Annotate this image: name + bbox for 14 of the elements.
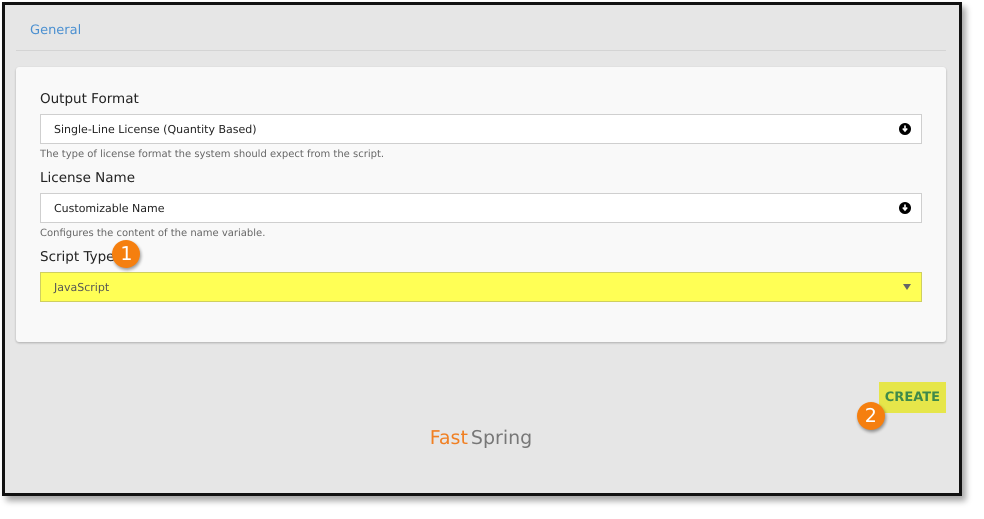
select-field[interactable]: Customizable Name [40,193,922,223]
field-label: Script Type [40,249,114,265]
help-text: Configures the content of the name variable. [40,228,266,239]
down-arrow-icon [899,123,911,135]
caret-icon [903,284,911,290]
select-field[interactable]: Single-Line License (Quantity Based) [40,114,922,144]
field-label: Output Format [40,91,139,107]
fastspring-logo: Fast Spring [430,427,532,449]
help-text: The type of license format the system should expect from the script. [40,149,386,160]
step-badge: 2 [856,402,885,430]
field-label: License Name [40,170,136,186]
down-arrow-icon [899,202,911,214]
select-field[interactable]: JavaScript [40,272,922,302]
step-badge: 1 [112,240,140,268]
